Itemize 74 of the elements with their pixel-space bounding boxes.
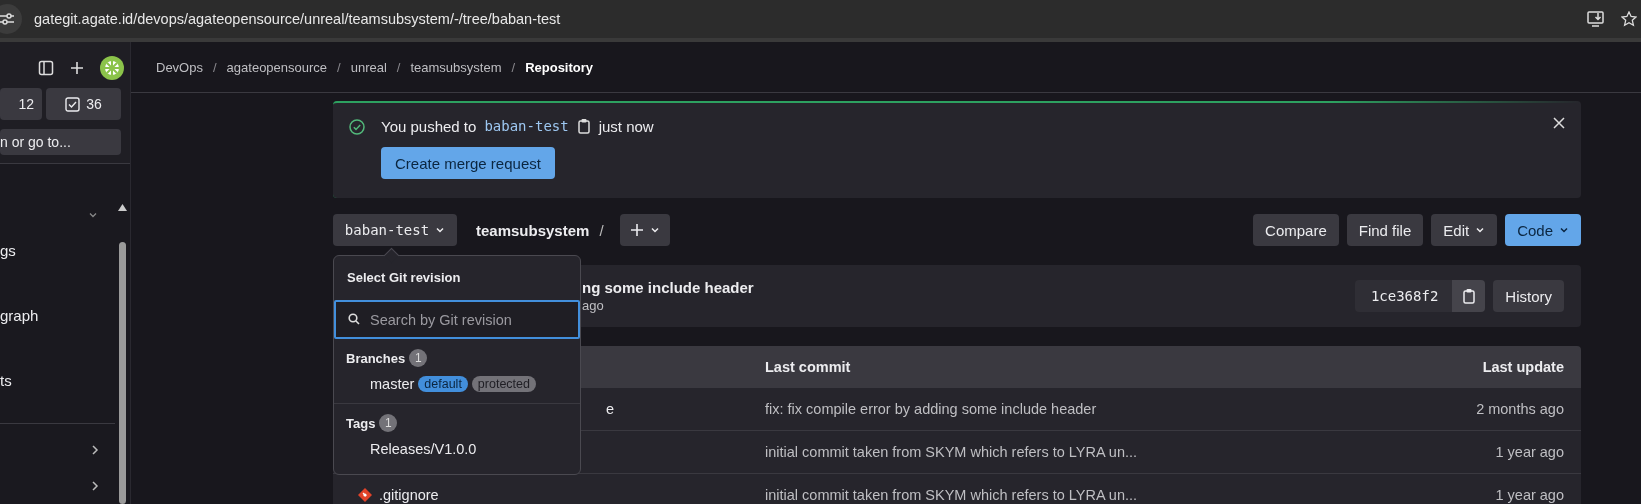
todo-button[interactable]: 36 (46, 88, 121, 120)
commit-sha[interactable]: 1ce368f2 (1354, 280, 1453, 312)
commit-title[interactable]: ng some include header (582, 279, 1355, 296)
branch-selector[interactable]: baban-test (333, 214, 457, 246)
check-circle-icon (349, 119, 365, 135)
alert-text: You pushed to (381, 117, 477, 135)
history-button[interactable]: History (1493, 280, 1564, 312)
commit-time: ago (582, 298, 605, 313)
create-merge-request-button[interactable]: Create merge request (381, 147, 555, 179)
merge-requests-button[interactable]: 12 (0, 88, 42, 120)
dropdown-title: Select Git revision (346, 269, 462, 285)
status-badge: protected (471, 376, 536, 392)
install-app-icon[interactable] (1587, 11, 1605, 27)
checkbox-icon (65, 96, 81, 112)
breadcrumb-separator: / (337, 59, 341, 75)
breadcrumb-separator: / (212, 59, 217, 75)
action-button[interactable]: Compare (1253, 214, 1339, 246)
revision-option[interactable]: Releases/V1.0.0 (334, 434, 580, 464)
repository-path[interactable]: teamsubsystem (476, 221, 590, 239)
revision-option[interactable]: master default protected (334, 369, 580, 399)
site-settings-icon[interactable] (0, 4, 22, 34)
alert-time: just now (598, 117, 654, 135)
plus-icon (629, 223, 644, 237)
breadcrumb-separator: / (396, 59, 401, 75)
sidebar-item[interactable]: gs (0, 242, 16, 259)
sidebar-item[interactable]: graph (0, 307, 39, 324)
caret-icon (1475, 225, 1486, 235)
clipboard-icon (1461, 288, 1476, 304)
sidebar-toggle-icon[interactable] (38, 60, 54, 76)
sidebar-item[interactable]: ts (0, 372, 12, 389)
caret-icon (649, 225, 660, 235)
commit-message[interactable]: initial commit taken from SKYM which refers to LYRA un... (765, 487, 1496, 503)
git-file-icon (357, 487, 373, 503)
count-badge: 1 (379, 414, 398, 432)
scroll-up-icon[interactable] (118, 204, 127, 211)
action-button[interactable]: Find file (1346, 214, 1424, 246)
column-header: Last update (1482, 358, 1564, 375)
group-heading: Branches (346, 350, 406, 366)
breadcrumb-link[interactable]: unreal (350, 59, 387, 75)
status-badge: default (418, 376, 468, 392)
commit-message[interactable]: fix: fix compile error by adding some include header (765, 401, 1477, 417)
branch-name: baban-test (484, 118, 569, 134)
update-time: 1 year ago (1495, 487, 1564, 503)
breadcrumb-link[interactable]: Repository (525, 59, 594, 75)
count-badge: 1 (409, 349, 428, 367)
breadcrumb-link[interactable]: teamsubsystem (410, 59, 502, 75)
column-header: Last commit (765, 358, 852, 375)
caret-icon (1559, 225, 1569, 235)
update-time: 1 year ago (1495, 444, 1564, 460)
update-time: 2 months ago (1476, 401, 1564, 417)
revision-search-field[interactable]: Search by Git revision (334, 300, 580, 339)
file-name[interactable]: .gitignore (379, 487, 439, 503)
avatar-icon[interactable] (100, 56, 124, 80)
group-heading: Tags (346, 415, 376, 431)
add-menu-button[interactable] (619, 214, 670, 246)
scrollbar-thumb[interactable] (119, 242, 126, 504)
breadcrumb-separator: / (511, 59, 516, 75)
plus-icon[interactable] (70, 61, 84, 75)
chevron-right-icon[interactable] (90, 444, 100, 456)
chevron-down-icon[interactable] (88, 210, 98, 220)
dropdown-button[interactable]: Edit (1431, 214, 1498, 246)
commit-message[interactable]: initial commit taken from SKYM which refers to LYRA un... (765, 444, 1496, 460)
close-icon[interactable] (1553, 117, 1565, 129)
caret-icon (435, 225, 446, 235)
file-name[interactable]: e (606, 401, 615, 417)
breadcrumb-link[interactable]: DevOps (156, 59, 203, 75)
path-separator: / (599, 221, 604, 239)
clipboard-icon (576, 118, 591, 134)
bookmark-star-icon[interactable] (1621, 11, 1637, 27)
search-field[interactable]: n or go to... (0, 129, 121, 155)
breadcrumb-link[interactable]: agateopensource (226, 59, 328, 75)
chevron-right-icon[interactable] (90, 480, 100, 492)
dropdown-button[interactable]: Code (1505, 214, 1581, 246)
copy-sha-button[interactable] (1452, 280, 1486, 312)
